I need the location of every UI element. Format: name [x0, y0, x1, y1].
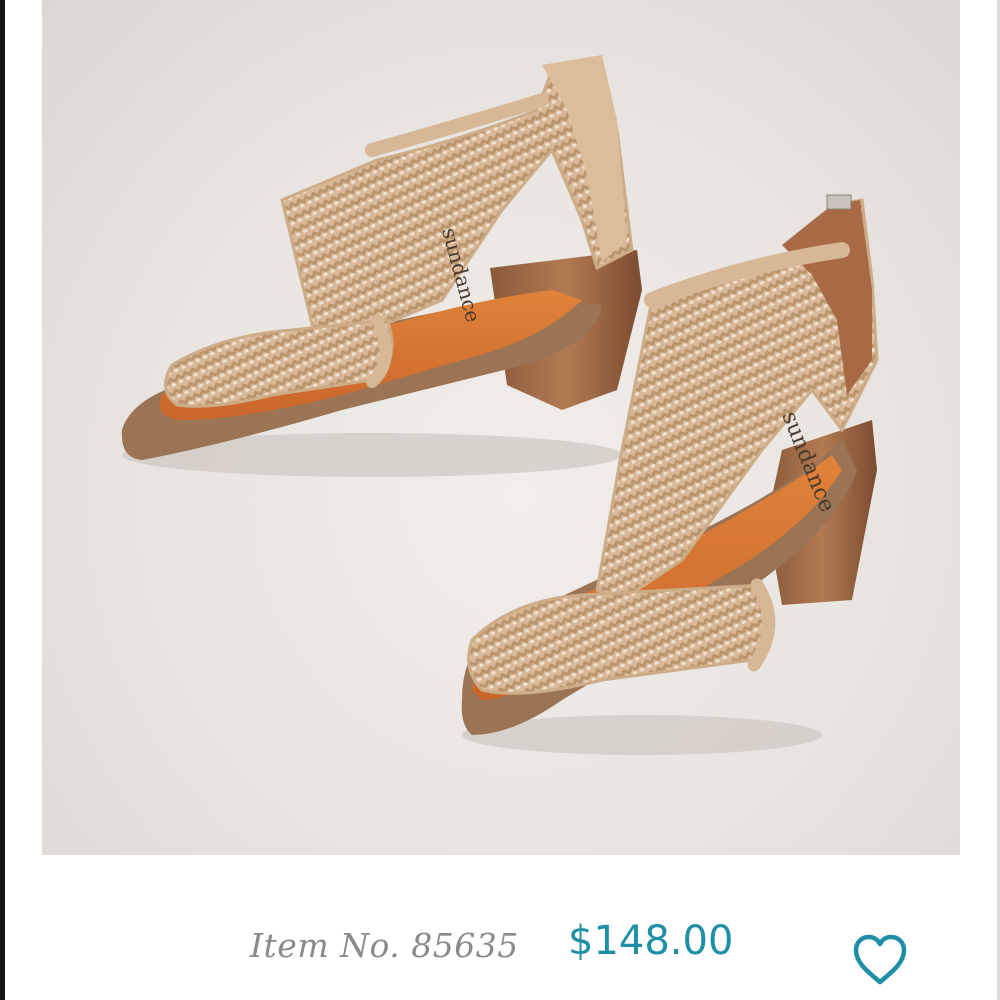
left-sandal: sundance [121, 55, 642, 477]
heart-outline-icon[interactable] [850, 930, 910, 990]
product-price: $148.00 [568, 918, 734, 964]
product-image: sundance sundance [42, 0, 960, 855]
sandals-illustration: sundance sundance [121, 55, 879, 755]
left-edge-border [0, 0, 5, 1000]
item-number: Item No. 85635 [250, 926, 519, 965]
wishlist-button[interactable] [850, 930, 910, 990]
